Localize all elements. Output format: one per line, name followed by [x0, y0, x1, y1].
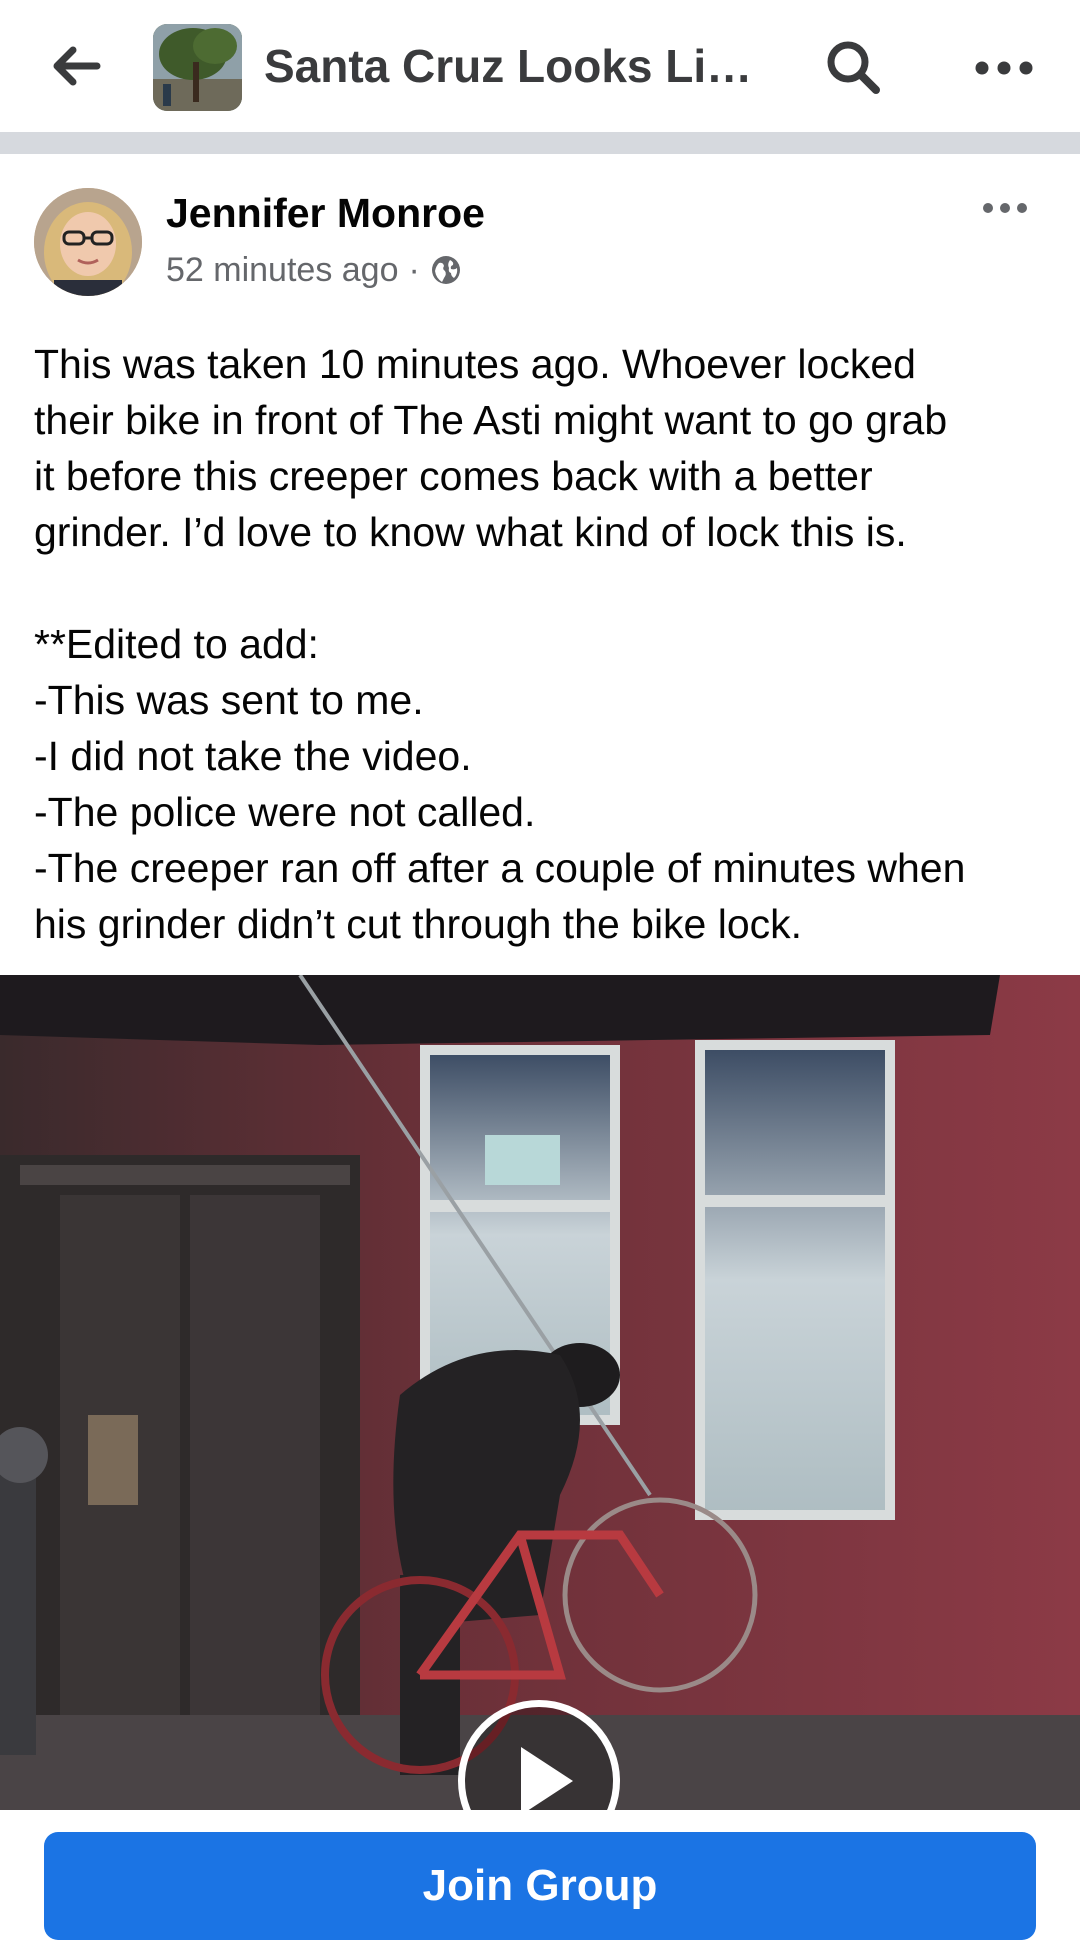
more-horizontal-icon — [975, 61, 1033, 75]
globe-icon — [431, 256, 460, 284]
author-avatar[interactable] — [34, 188, 142, 296]
video-player[interactable] — [0, 975, 1080, 1810]
meta-separator: · — [408, 251, 420, 289]
join-bar: Join Group — [0, 1810, 1080, 1956]
post-text-blank-line — [34, 560, 1054, 616]
more-horizontal-icon — [983, 203, 1027, 213]
video-thumbnail — [0, 975, 1080, 1810]
tree-photo — [153, 24, 242, 111]
search-button[interactable] — [822, 36, 884, 98]
avatar-photo — [34, 188, 142, 296]
post-text-line: **Edited to add: — [34, 621, 319, 667]
post-text-line: grinder. I’d love to know what kind of l… — [34, 509, 907, 555]
post-timestamp[interactable]: 52 minutes ago — [166, 246, 399, 294]
post-text-line: it before this creeper comes back with a… — [34, 453, 873, 499]
post-text-line: This was taken 10 minutes ago. Whoever l… — [34, 341, 916, 387]
group-cover-thumbnail[interactable] — [153, 24, 242, 111]
post-more-button[interactable] — [978, 190, 1032, 226]
post-message: This was taken 10 minutes ago. Whoever l… — [34, 336, 1054, 952]
post-text-line: his grinder didn’t cut through the bike … — [34, 901, 803, 947]
author-name[interactable]: Jennifer Monroe — [166, 188, 485, 238]
arrow-left-icon — [53, 46, 101, 86]
back-button[interactable] — [48, 42, 104, 90]
post-text-line: their bike in front of The Asti might wa… — [34, 397, 948, 443]
post-meta: 52 minutes ago · — [166, 246, 462, 294]
post-text-line: -I did not take the video. — [34, 733, 472, 779]
post-text-line: -This was sent to me. — [34, 677, 424, 723]
group-title[interactable]: Santa Cruz Looks Like… — [264, 36, 774, 96]
search-icon — [827, 41, 880, 94]
post-text-line: -The police were not called. — [34, 789, 536, 835]
section-divider — [0, 132, 1080, 154]
top-app-bar: Santa Cruz Looks Like… — [0, 0, 1080, 132]
group-more-button[interactable] — [970, 44, 1038, 92]
post-text-line: -The creeper ran off after a couple of m… — [34, 845, 966, 891]
join-group-button[interactable]: Join Group — [44, 1832, 1036, 1940]
